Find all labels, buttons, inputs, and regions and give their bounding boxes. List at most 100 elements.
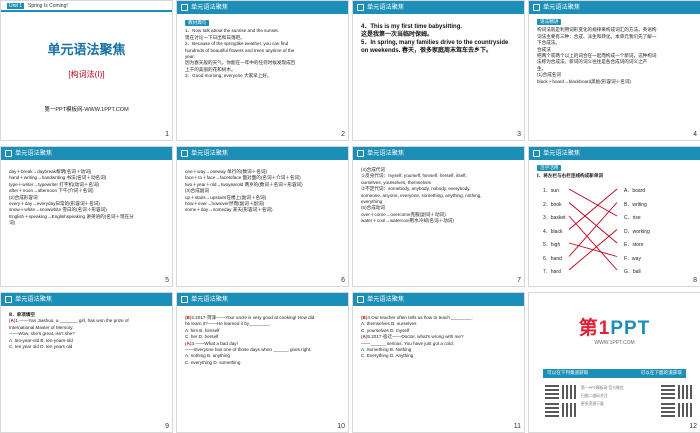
slide-thumbnail-1[interactable]: Unit 1 Spring Is Coming! 单元语法聚焦 [构词法(Ⅰ)]… (0, 0, 173, 141)
header-title: 单元语法聚焦 (367, 296, 405, 303)
text-line: )1.——Yan Jiashuo, a _______ girl, has wo… (13, 318, 129, 324)
page-number: 1 (165, 131, 169, 138)
match-right-item: E．store (624, 242, 644, 248)
header-icon (5, 150, 12, 157)
info-bar-right: 可以在下面的道获取 (640, 370, 682, 375)
text-line: some＋day→someday 某天(形容词＋名词) (185, 207, 273, 213)
header-title: 单元语法聚焦 (367, 150, 405, 157)
match-lines (568, 188, 618, 271)
match-left-item: 7．hard (543, 269, 561, 275)
text-line: C. everything D. something (185, 359, 241, 365)
match-right-item: C．rise (624, 215, 641, 221)
slide-thumbnail-11[interactable]: 单元语法聚焦 (B)4.Our teacher often tells us h… (352, 292, 525, 433)
page-number: 10 (337, 423, 345, 430)
header-title: 单元语法聚焦 (543, 4, 581, 11)
slide-thumbnail-3[interactable]: 单元语法聚焦 4．This is my first time babysitti… (352, 0, 525, 141)
unit-label: Unit 1 (7, 3, 25, 9)
slide-header: 单元语法聚焦 (177, 293, 348, 306)
slide-header: 单元语法聚焦 (353, 1, 524, 14)
qr-code-icon (545, 403, 559, 417)
qr-code-icon (545, 385, 559, 399)
section-tag: 语法精讲 (537, 19, 562, 26)
unit-subtitle: Spring Is Coming! (28, 3, 68, 9)
header-icon (357, 150, 364, 157)
header-icon (533, 150, 540, 157)
slide-header: 单元语法聚焦 (529, 147, 700, 160)
text-line: on weekends. 春天，很多家庭周末驾车去乡下。 (361, 48, 493, 54)
slide-header: 单元语法聚焦 (1, 147, 172, 160)
text-line: 5．In spring, many families drive to the … (361, 40, 509, 46)
slide-thumbnail-9[interactable]: 单元语法聚焦 Ⅱ．单项填空 (A)1.——Yan Jiashuo, a ____… (0, 292, 173, 433)
header-title: 单元语法聚焦 (15, 296, 53, 303)
header-icon (357, 4, 364, 11)
slide-thumbnail-4[interactable]: 单元语法聚焦 语法精讲 构词法就是利用词形变化的规律来构成词汇的方法。英语构 词… (528, 0, 700, 141)
header-icon (181, 296, 188, 303)
header-title: 单元语法聚焦 (543, 150, 581, 157)
match-left-item: 1．sun (543, 188, 559, 194)
text-line: black＋board→blackboard黑板(形容词＋名词) (537, 78, 631, 84)
match-connector-line (568, 202, 618, 244)
header-icon (357, 296, 364, 303)
match-left-item: 6．hand (543, 255, 562, 262)
header-icon (181, 150, 188, 157)
logo-text: PPT (610, 318, 651, 339)
slide-body: 教材典句 1．Now talk about the sunrise and th… (185, 20, 342, 80)
slide-thumbnail-6[interactable]: 单元语法聚焦 one＋way→oneway 单行的(数词＋名词) face＋to… (176, 146, 349, 287)
match-connector-line (568, 188, 618, 217)
header-icon (181, 4, 188, 11)
header-title: 单元语法聚焦 (367, 4, 405, 11)
match-right-item: A．board (624, 188, 646, 194)
match-left-item: 5．high (543, 242, 561, 248)
slide-body: (B)4.Our teacher often tells us how to t… (361, 315, 518, 360)
text-line: 3．Good morning, everyone 大家早上好。 (185, 73, 272, 79)
slide-header: 单元语法聚焦 (177, 147, 348, 160)
slide-body: one＋way→oneway 单行的(数词＋名词) face＋to＋face→f… (185, 169, 342, 214)
info-text: 第一PPT模板网 官方微信 (581, 386, 624, 390)
header-title: 单元语法聚焦 (191, 150, 229, 157)
info-text: 扫描二维码关注 (581, 394, 608, 398)
slide-thumbnail-12[interactable]: 第1PPT WWW.1PPT.COM 可以在下列集道获取 可以在下面的道获取 第… (528, 292, 700, 433)
slide-thumbnail-2[interactable]: 单元语法聚焦 教材典句 1．Now talk about the sunrise… (176, 0, 349, 141)
text-line: water＋cool→watercool用水冷却(名词＋动词) (361, 218, 454, 224)
slide-body: (4)合成代词 ①反身代词：myself, yourself, himself,… (361, 167, 518, 225)
slide-header: 单元语法聚焦 (529, 1, 700, 14)
slide-thumbnail-7[interactable]: 单元语法聚焦 (4)合成代词 ①反身代词：myself, yourself, h… (352, 146, 525, 287)
slide-body: 活学活用 Ⅰ．将左栏与右栏连线构成新单词 (537, 165, 694, 180)
slide-body: 语法精讲 构词法就是利用词形变化的规律来构成词汇的方法。英语构 词法主要有三种：… (537, 19, 694, 85)
match-left-item: 4．black (543, 228, 563, 235)
match-right-item: B．writing (624, 201, 647, 208)
slide-top-band: Unit 1 Spring Is Coming! (1, 1, 172, 12)
page-number: 11 (513, 423, 521, 430)
slide-header: 单元语法聚焦 (353, 147, 524, 160)
page-number: 9 (165, 423, 169, 430)
page-number: 5 (165, 277, 169, 284)
qr-code-icon (678, 403, 692, 417)
page-number: 6 (341, 277, 345, 284)
slide-body: (B)2.2017·菏泽——Your uncle is very good at… (185, 315, 342, 366)
slide-body: Ⅱ．单项填空 (A)1.——Yan Jiashuo, a _______ gir… (9, 312, 166, 350)
match-left-item: 3．basket (543, 215, 566, 221)
text-line: 词) (9, 220, 16, 226)
match-connector-line (568, 229, 618, 271)
match-connector-line (568, 202, 618, 257)
match-connector-line (568, 188, 618, 230)
qr-code-icon (661, 403, 675, 417)
header-icon (5, 296, 12, 303)
slide-thumbnail-10[interactable]: 单元语法聚焦 (B)2.2017·菏泽——Your uncle is very … (176, 292, 349, 433)
info-text: 更多资源下载 (581, 402, 604, 406)
header-icon (533, 4, 540, 11)
section-tag: 教材典句 (185, 20, 210, 27)
slide-grid: Unit 1 Spring Is Coming! 单元语法聚焦 [构词法(Ⅰ)]… (0, 0, 700, 433)
match-connector-line (568, 215, 618, 271)
section-tag: 活学活用 (537, 165, 562, 172)
text-line: C. Everything D. Anything (361, 353, 414, 359)
slide-title: 单元语法聚焦 (47, 42, 126, 57)
slide-thumbnail-8[interactable]: 单元语法聚焦 活学活用 Ⅰ．将左栏与右栏连线构成新单词 1．sun 2．book 3… (528, 146, 700, 287)
text-line: )4.Our teacher often tells us how to tea… (365, 315, 473, 320)
slide-thumbnail-5[interactable]: 单元语法聚焦 day＋break→daybreak黎明(名词＋动词) hand＋… (0, 146, 173, 287)
header-title: 单元语法聚焦 (15, 150, 53, 157)
slide-header: 单元语法聚焦 (177, 1, 348, 14)
instruction: Ⅰ．将左栏与右栏连线构成新单词 (537, 173, 604, 179)
page-number: 7 (517, 277, 521, 284)
brand-logo: 第1PPT (529, 313, 700, 340)
